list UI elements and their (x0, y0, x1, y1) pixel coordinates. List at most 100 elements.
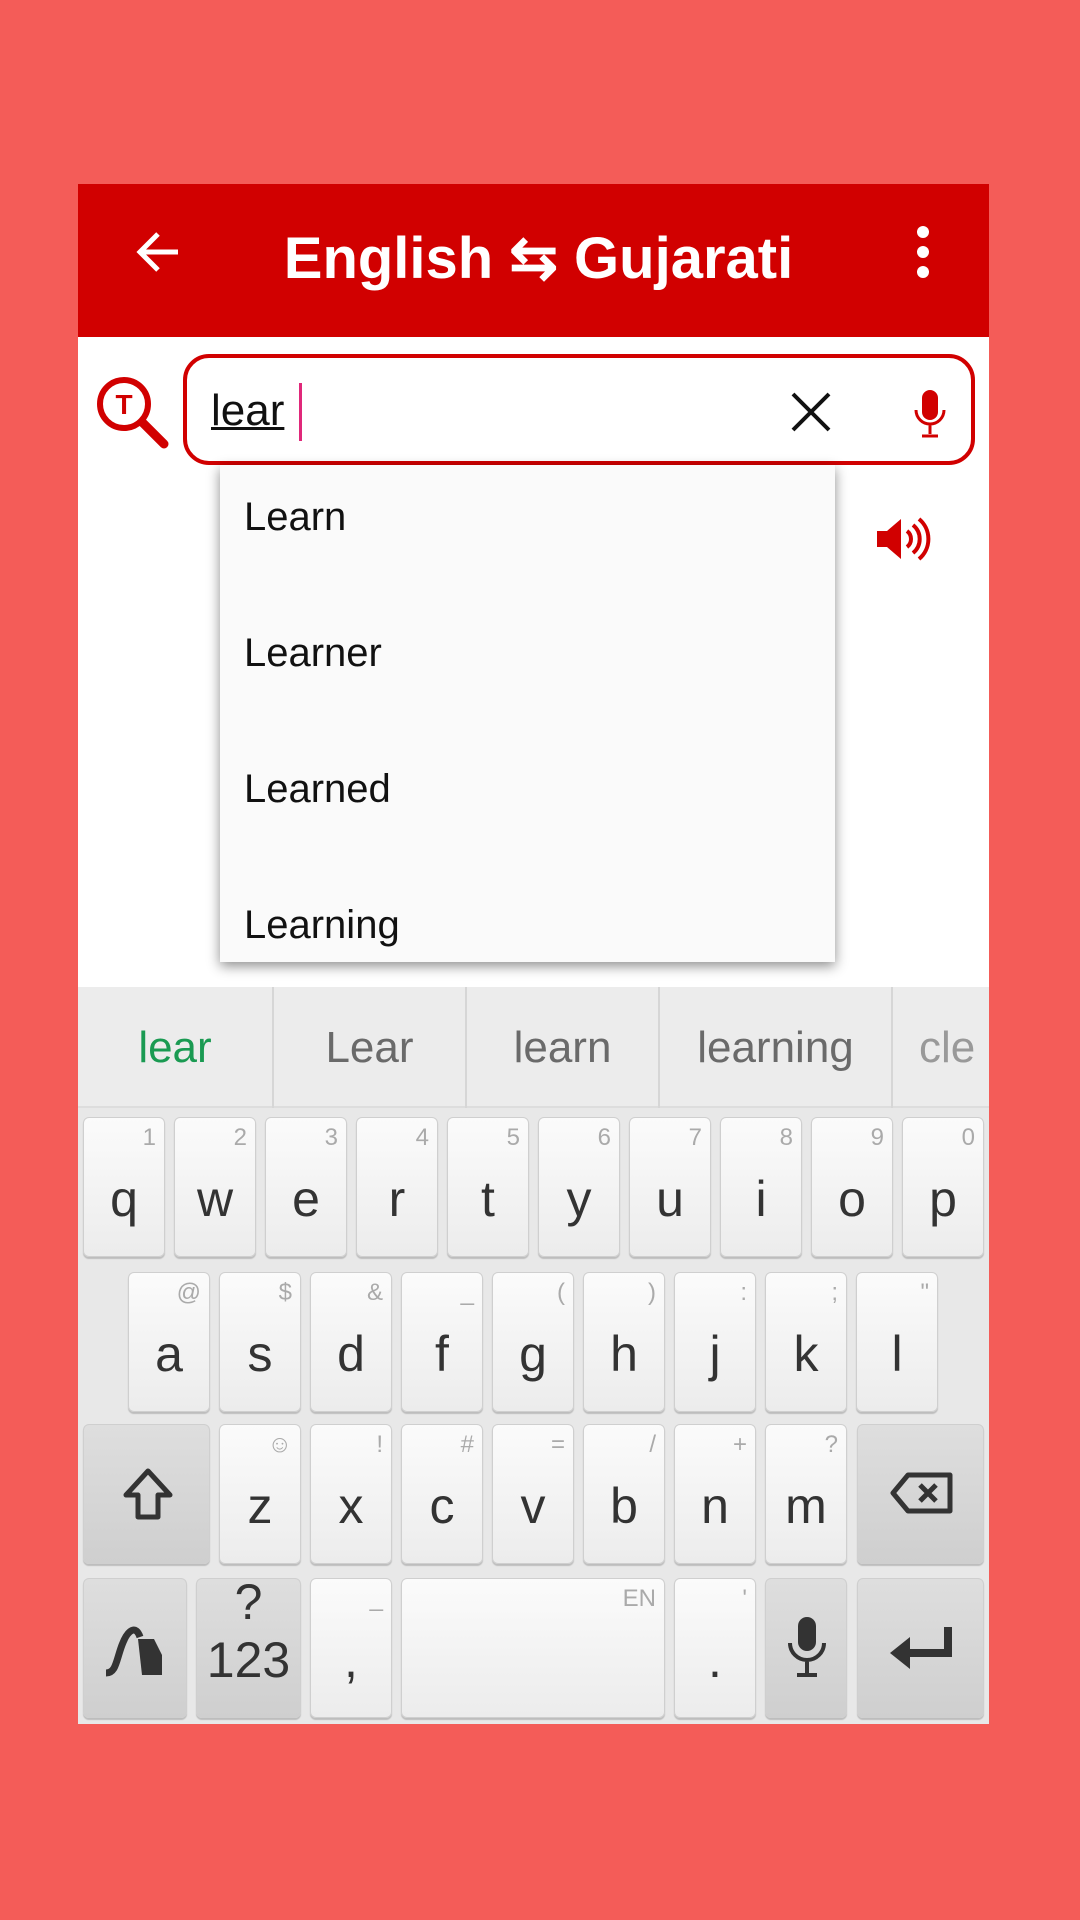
key-a[interactable]: a @ (128, 1272, 210, 1412)
key-label: b (610, 1478, 638, 1534)
dropdown-item[interactable]: Learn (244, 495, 346, 540)
close-icon[interactable] (787, 388, 835, 436)
key-label: e (292, 1171, 320, 1227)
enter-key[interactable] (857, 1578, 984, 1718)
space-key[interactable]: EN (401, 1578, 665, 1718)
key-w[interactable]: w2 (174, 1117, 256, 1257)
search-query: lear (211, 386, 285, 435)
dropdown-item[interactable]: Learner (244, 631, 382, 676)
suggestion-item[interactable]: lear (78, 987, 274, 1108)
key-hint: 8 (779, 1124, 793, 1151)
suggestion-item[interactable]: learn (467, 987, 660, 1108)
symbols-key[interactable]: ?123 (196, 1574, 301, 1718)
suggestion-item[interactable]: Lear (274, 987, 467, 1108)
key-hint: ( (557, 1279, 565, 1306)
key-hint: # (460, 1431, 474, 1458)
key-n[interactable]: n + (674, 1424, 756, 1564)
key-hint: = (550, 1431, 565, 1458)
key-label: f (435, 1326, 449, 1382)
key-label: j (709, 1326, 721, 1382)
key-f[interactable]: f _ (401, 1272, 483, 1412)
key-hint: " (920, 1279, 929, 1306)
key-hint: ? (824, 1431, 838, 1458)
key-hint: 9 (870, 1124, 884, 1151)
key-hint: 7 (688, 1124, 702, 1151)
key-hint: ) (648, 1279, 656, 1306)
key-y[interactable]: y6 (538, 1117, 620, 1257)
key-hint: ' (742, 1585, 747, 1612)
key-l[interactable]: l " (856, 1272, 938, 1412)
key-g[interactable]: g( (492, 1272, 574, 1412)
app-screen: English ⇆ Gujarati T lear Learn Learner Le… (78, 184, 989, 1724)
key-hint: ☺ (267, 1431, 292, 1458)
key-label: . (708, 1632, 722, 1688)
key-q[interactable]: q1 (83, 1117, 165, 1257)
suggestion-bar: lear Lear learn learning cle (78, 987, 989, 1108)
search-input[interactable]: lear (183, 354, 975, 465)
key-o[interactable]: o9 (811, 1117, 893, 1257)
key-label: q (110, 1171, 138, 1227)
key-hint: EN (622, 1585, 656, 1612)
key-i[interactable]: i8 (720, 1117, 802, 1257)
key-p[interactable]: p0 (902, 1117, 984, 1257)
key-label: a (155, 1326, 183, 1382)
key-label: ?123 (206, 1574, 291, 1688)
key-x[interactable]: x! (310, 1424, 392, 1564)
speaker-icon[interactable] (873, 514, 933, 564)
key-e[interactable]: e3 (265, 1117, 347, 1257)
key-comma[interactable]: , _ (310, 1578, 392, 1718)
suggestion-item[interactable]: learning (660, 987, 893, 1108)
key-hint: 5 (506, 1124, 520, 1151)
dropdown-item[interactable]: Learned (244, 767, 391, 812)
shift-key[interactable] (83, 1424, 210, 1564)
mic-icon[interactable] (912, 382, 948, 442)
text-caret (299, 383, 302, 441)
key-j[interactable]: j: (674, 1272, 756, 1412)
key-b[interactable]: b / (583, 1424, 665, 1564)
key-z[interactable]: z ☺ (219, 1424, 301, 1564)
key-label: u (656, 1171, 684, 1227)
key-m[interactable]: m? (765, 1424, 847, 1564)
key-d[interactable]: d & (310, 1272, 392, 1412)
key-v[interactable]: v = (492, 1424, 574, 1564)
suggestion-item[interactable]: cle (893, 987, 989, 1108)
key-hint: _ (460, 1279, 474, 1306)
key-label: z (247, 1478, 273, 1534)
key-u[interactable]: u7 (629, 1117, 711, 1257)
key-hint: $ (278, 1279, 292, 1306)
key-c[interactable]: c # (401, 1424, 483, 1564)
voice-input-key[interactable] (765, 1578, 847, 1718)
enter-icon (890, 1627, 952, 1669)
more-vert-icon[interactable] (908, 222, 938, 282)
gesture-icon (105, 1626, 162, 1677)
dropdown-item[interactable]: Learning (244, 903, 400, 948)
backspace-key[interactable] (857, 1424, 984, 1564)
key-label: s (247, 1326, 273, 1382)
svg-text:T: T (115, 389, 132, 420)
gesture-key[interactable] (83, 1578, 187, 1718)
key-k[interactable]: k; (765, 1272, 847, 1412)
key-label: t (481, 1171, 495, 1227)
key-label: m (785, 1478, 827, 1534)
key-label: v (520, 1478, 546, 1534)
key-period[interactable]: . ' (674, 1578, 756, 1718)
autocomplete-dropdown: Learn Learner Learned Learning (220, 465, 835, 962)
key-hint: 6 (597, 1124, 611, 1151)
key-hint: ; (831, 1279, 838, 1306)
key-hint: 1 (142, 1124, 156, 1151)
key-label: w (196, 1171, 234, 1227)
key-h[interactable]: h) (583, 1272, 665, 1412)
key-label: p (929, 1171, 957, 1227)
soft-keyboard: lear Lear learn learning cle q1w2e3r4t5y6u7i… (78, 987, 989, 1724)
key-label: c (429, 1478, 455, 1534)
key-s[interactable]: s $ (219, 1272, 301, 1412)
key-hint: : (740, 1279, 747, 1306)
key-hint: & (366, 1279, 383, 1306)
key-t[interactable]: t5 (447, 1117, 529, 1257)
translate-search-icon[interactable]: T (94, 374, 172, 452)
key-hint: _ (369, 1585, 383, 1612)
key-r[interactable]: r4 (356, 1117, 438, 1257)
key-label: l (891, 1326, 903, 1382)
key-label: x (338, 1478, 364, 1534)
page-title: English ⇆ Gujarati (283, 226, 794, 291)
